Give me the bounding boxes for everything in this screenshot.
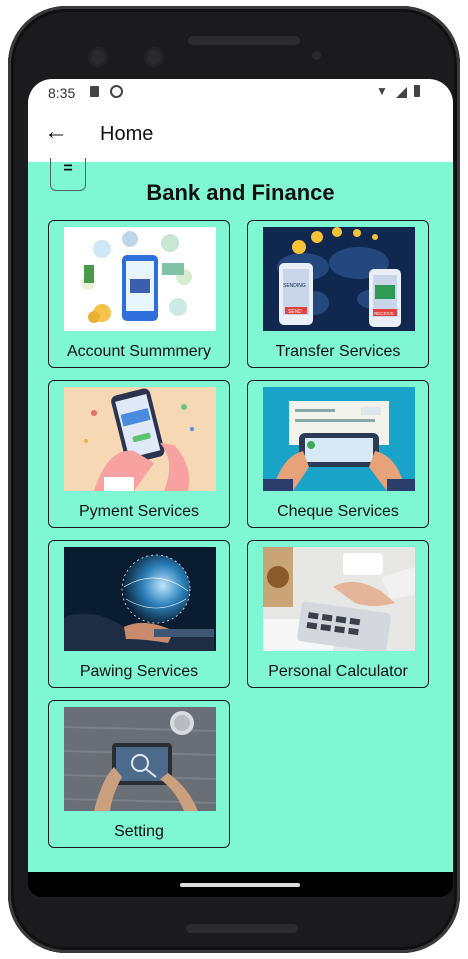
arrow-left-icon[interactable]: ← <box>44 118 68 146</box>
card-label: Personal Calculator <box>268 663 408 680</box>
transfer-services-image: SENDING SEND RECEIVE <box>263 227 415 331</box>
personal-calculator-image <box>263 547 415 651</box>
card-label: Pawing Services <box>79 663 199 680</box>
cheque-services-image <box>263 387 415 491</box>
page-title: Home <box>100 123 154 145</box>
setting-image <box>64 707 216 811</box>
section-heading: Bank and Finance <box>146 180 335 205</box>
card-payment-services[interactable]: Pyment Services <box>48 380 230 528</box>
navigation-bar <box>28 872 453 897</box>
card-label: Account Summmery <box>66 343 212 360</box>
card-label: Cheque Services <box>277 503 399 520</box>
signal-icon <box>396 87 407 98</box>
sync-icon <box>110 85 123 98</box>
card-account-summary[interactable]: Account Summmery <box>48 220 230 368</box>
card-personal-calculator[interactable]: Personal Calculator <box>247 540 429 688</box>
receive-text: RECEIVE <box>374 311 394 316</box>
account-summary-image <box>64 227 216 331</box>
status-time: 8:35 <box>48 85 76 101</box>
sending-text: SENDING <box>283 283 306 289</box>
earpiece-speaker <box>188 36 300 45</box>
app-bar: ← Home <box>28 106 453 162</box>
card-setting[interactable]: Setting <box>48 700 230 848</box>
main-content: = Bank and Finance Account Summmery SEND… <box>28 158 453 872</box>
bottom-speaker <box>186 924 298 933</box>
front-sensor <box>144 47 164 67</box>
card-transfer-services[interactable]: SENDING SEND RECEIVE Transfer Services <box>247 220 429 368</box>
card-cheque-services[interactable]: Cheque Services <box>247 380 429 528</box>
home-gesture-bar[interactable] <box>180 883 300 887</box>
payment-services-image <box>64 387 216 491</box>
screen: 8:35 ▼ ← Home = Bank and Finance Account… <box>28 79 453 897</box>
sim-icon <box>90 86 99 97</box>
card-label: Pyment Services <box>78 503 200 520</box>
card-label: Transfer Services <box>275 343 401 360</box>
proximity-sensor <box>312 51 321 60</box>
status-bar: 8:35 ▼ <box>28 79 453 106</box>
card-label: Setting <box>114 823 164 840</box>
send-text: SEND <box>288 309 302 315</box>
battery-icon <box>414 85 420 97</box>
front-camera <box>88 47 108 67</box>
pawing-services-image <box>64 547 216 651</box>
card-pawing-services[interactable]: Pawing Services <box>48 540 230 688</box>
wifi-icon: ▼ <box>376 84 388 98</box>
